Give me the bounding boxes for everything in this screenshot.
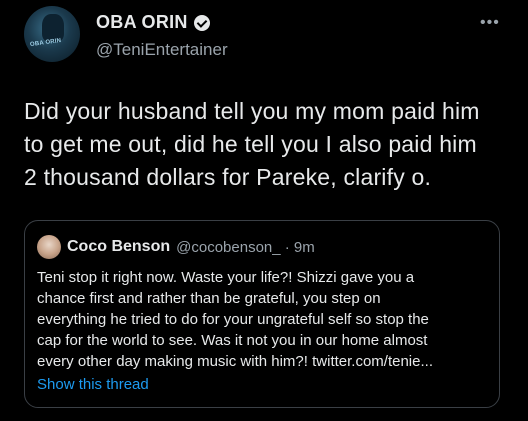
tweet-text-line: 2 thousand dollars for Pareke, clarify o… (24, 164, 432, 190)
quoted-text-line: chance first and rather than be grateful… (37, 290, 381, 307)
verified-badge-icon (193, 15, 210, 31)
quoted-tweet-card[interactable]: Coco Benson @cocobenson_ · 9m Teni stop … (24, 220, 500, 408)
quoted-text-line: Teni stop it right now. Waste your life?… (37, 269, 415, 286)
tweet-text-line: Did your husband tell you my mom paid hi… (24, 98, 480, 124)
avatar[interactable]: OBA ORIN (24, 6, 80, 62)
show-thread-link[interactable]: Show this thread (37, 376, 149, 393)
more-options-icon[interactable]: ••• (480, 15, 500, 31)
quoted-tweet-header: Coco Benson @cocobenson_ · 9m (37, 235, 315, 259)
quoted-text-line: every other day making music with him?! … (37, 353, 433, 370)
quoted-text-line: cap for the world to see. Was it not you… (37, 332, 428, 349)
quoted-text-line: everything he tried to do for your ungra… (37, 311, 429, 328)
author-handle[interactable]: @TeniEntertainer (96, 40, 228, 60)
tweet-text-line: to get me out, did he tell you I also pa… (24, 131, 477, 157)
display-name[interactable]: OBA ORIN (96, 12, 188, 33)
author-name-row[interactable]: OBA ORIN (96, 12, 210, 33)
quoted-author-name: Coco Benson (67, 238, 171, 255)
quoted-author-avatar (37, 235, 61, 259)
quoted-author-handle-time: @cocobenson_ · 9m (176, 238, 315, 256)
tweet-text: Did your husband tell you my mom paid hi… (24, 95, 514, 194)
avatar-logo-text: OBA ORIN (29, 37, 62, 49)
tweet: OBA ORIN OBA ORIN @TeniEntertainer ••• D… (0, 0, 528, 421)
quoted-tweet-text: Teni stop it right now. Waste your life?… (37, 267, 493, 372)
